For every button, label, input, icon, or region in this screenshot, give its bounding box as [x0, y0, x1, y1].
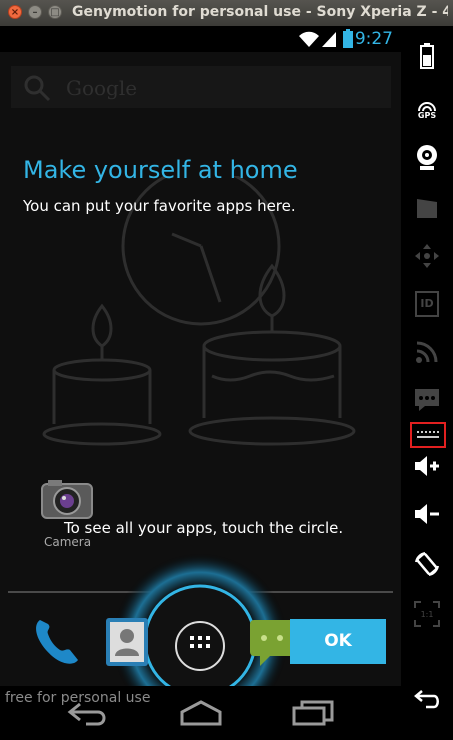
camera-app-label: Camera: [44, 535, 92, 549]
gps-widget-button[interactable]: GPS: [401, 92, 453, 128]
window-title: Genymotion for personal use - Sony Xperi…: [72, 4, 448, 20]
genymotion-sidebar: GPS ID 1:1: [401, 26, 453, 740]
scale-button[interactable]: 1:1: [401, 596, 453, 632]
keyboard-widget-button[interactable]: [410, 422, 446, 448]
wifi-icon: [299, 31, 319, 47]
sms-widget-button[interactable]: [401, 382, 453, 418]
window-maximize-button[interactable]: □: [48, 5, 62, 19]
search-placeholder: Google: [66, 76, 138, 100]
ok-button[interactable]: OK: [290, 619, 386, 664]
wallpaper-illustration: [42, 176, 356, 446]
sidebar-back-button[interactable]: [401, 682, 453, 718]
volume-up-icon: [415, 456, 439, 476]
battery-icon: [420, 43, 434, 69]
status-time: 9:27: [354, 29, 393, 49]
dpad-widget-button[interactable]: [401, 238, 453, 274]
webcam-icon: [417, 145, 437, 170]
camera-icon: [41, 480, 93, 519]
webcam-widget-button[interactable]: [401, 140, 453, 176]
phone-app-icon[interactable]: [30, 614, 86, 670]
window-minimize-button[interactable]: –: [28, 5, 42, 19]
sms-icon: [415, 389, 439, 411]
battery-widget-button[interactable]: [401, 38, 453, 74]
recent-apps-icon[interactable]: [292, 700, 334, 726]
welcome-subtitle: You can put your favorite apps here.: [23, 197, 296, 215]
grid-icon: [190, 636, 210, 648]
back-icon: [414, 690, 439, 709]
dpad-icon: [415, 244, 439, 268]
scale-icon: 1:1: [414, 601, 440, 627]
battery-icon: [343, 29, 353, 48]
id-icon: ID: [415, 291, 439, 317]
volume-down-icon: [415, 504, 439, 524]
network-widget-button[interactable]: [401, 334, 453, 370]
home-icon[interactable]: [178, 700, 224, 726]
media-icon: [417, 199, 437, 218]
volume-down-button[interactable]: [401, 496, 453, 532]
device-id-widget-button[interactable]: ID: [401, 286, 453, 322]
window-titlebar: × – □ Genymotion for personal use - Sony…: [0, 0, 453, 26]
rss-icon: [416, 341, 438, 363]
window-close-button[interactable]: ×: [8, 5, 22, 19]
google-search-bar[interactable]: Google: [11, 66, 391, 108]
welcome-title: Make yourself at home: [23, 156, 298, 184]
android-screen: 9:27 Google Make yourself at home You ca…: [0, 26, 401, 740]
media-widget-button[interactable]: [401, 190, 453, 226]
status-bar: 9:27: [0, 26, 401, 52]
gps-label: GPS: [417, 110, 437, 120]
all-apps-button[interactable]: [175, 621, 225, 671]
rotate-icon: [415, 552, 439, 576]
watermark-text: free for personal use: [5, 690, 151, 706]
keyboard-icon: [417, 431, 439, 438]
volume-up-button[interactable]: [401, 448, 453, 484]
gps-icon: [418, 101, 436, 111]
contacts-app-icon[interactable]: [104, 616, 152, 668]
signal-icon: [322, 32, 336, 47]
scale-label: 1:1: [421, 610, 434, 619]
all-apps-hint: To see all your apps, touch the circle.: [64, 519, 344, 537]
search-icon: [24, 75, 51, 102]
rotate-button[interactable]: [401, 546, 453, 582]
